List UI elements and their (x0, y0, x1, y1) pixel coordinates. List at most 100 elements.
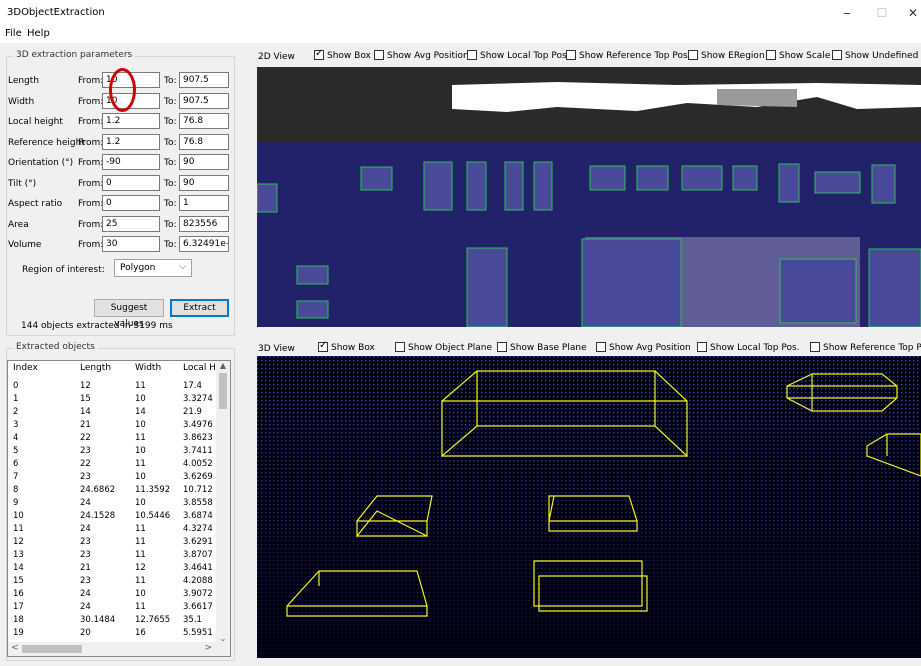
table-row[interactable]: 1 15 10 3.3274 (8, 394, 216, 405)
cell-index: 19 (13, 628, 24, 638)
chevron-down-icon: ⌵ (179, 262, 186, 272)
scroll-left-arrow-icon[interactable]: < (11, 643, 19, 653)
view2d-show-eregion-checkbox[interactable]: Show ERegion (688, 50, 765, 62)
table-row[interactable]: 10 24.1528 10.5446 3.6874 (8, 511, 216, 522)
table-row[interactable]: 17 24 11 3.6617 (8, 602, 216, 613)
roi-select[interactable]: Polygon ⌵ (114, 259, 192, 277)
scroll-right-arrow-icon[interactable]: > (204, 643, 212, 653)
local-height-to-input[interactable]: 76.8 (179, 113, 229, 129)
suggest-values-button[interactable]: Suggest values (94, 299, 164, 329)
table-row[interactable]: 8 24.6862 11.3592 10.712 (8, 485, 216, 496)
table-row[interactable]: 13 23 11 3.8707 (8, 550, 216, 561)
table-row[interactable]: 7 23 10 3.6269 (8, 472, 216, 483)
param-label-length: Length (8, 76, 40, 86)
view3d-show-base-plane-checkbox[interactable]: Show Base Plane (497, 342, 587, 354)
view2d-show-scale-checkbox[interactable]: Show Scale (766, 50, 830, 62)
view2d-show-box-checkbox[interactable]: Show Box (314, 48, 371, 62)
length-to-input[interactable]: 907.5 (179, 72, 229, 88)
table-row[interactable]: 18 30.1484 12.7655 35.1 (8, 615, 216, 626)
checkbox-box[interactable] (395, 342, 405, 352)
to-label: To: (164, 117, 177, 127)
checkbox-box[interactable] (832, 50, 842, 60)
view2d-show-undefined-checkbox[interactable]: Show Undefined (832, 50, 918, 62)
objects-table[interactable]: Index Length Width Local H 0 12 11 17.4 1 15 1… (7, 360, 231, 657)
checkbox-box[interactable] (374, 50, 384, 60)
aspect-ratio-to-input[interactable]: 1 (179, 195, 229, 211)
table-row[interactable]: 9 24 10 3.8558 (8, 498, 216, 509)
table-row[interactable]: 3 21 10 3.4976 (8, 420, 216, 431)
cell-width: 12 (135, 563, 146, 573)
view3d-show-box-checkbox[interactable]: Show Box (318, 340, 375, 354)
cell-index: 17 (13, 602, 24, 612)
cell-width: 10.5446 (135, 511, 171, 521)
view3d-canvas[interactable] (257, 356, 921, 658)
checkbox-box[interactable] (318, 340, 328, 352)
minimize-button[interactable]: ‒ (832, 4, 862, 22)
maximize-button[interactable]: ☐ (867, 4, 897, 22)
checkbox-label: Show Undefined (845, 51, 919, 61)
volume-to-input[interactable]: 6.32491e+ (179, 236, 229, 252)
cell-width: 11 (135, 602, 146, 612)
tilt-to-input[interactable]: 90 (179, 174, 229, 191)
reference-height-from-input[interactable]: 1.2 (102, 133, 160, 150)
local-height-from-input[interactable]: 1.2 (102, 113, 160, 129)
area-from-input[interactable]: 25 (102, 215, 160, 232)
view3d-show-reference-top-pos-checkbox[interactable]: Show Reference Top Pos. (810, 342, 921, 354)
view2d-show-avg-position-checkbox[interactable]: Show Avg Position (374, 50, 469, 62)
col-header-local-height[interactable]: Local H (183, 363, 216, 373)
close-button[interactable]: ✕ (898, 4, 921, 22)
aspect-ratio-from-input[interactable]: 0 (102, 195, 160, 211)
view3d-show-local-top-pos-checkbox[interactable]: Show Local Top Pos. (697, 342, 800, 354)
table-row[interactable]: 15 23 11 4.2088 (8, 576, 216, 587)
table-row[interactable]: 0 12 11 17.4 (8, 381, 216, 392)
table-row[interactable]: 6 22 11 4.0052 (8, 459, 216, 470)
vertical-scroll-thumb[interactable] (219, 373, 227, 409)
menu-file[interactable]: File (5, 28, 22, 39)
view2d-show-local-top-pos-checkbox[interactable]: Show Local Top Pos. (467, 50, 570, 62)
orientation-from-input[interactable]: -90 (102, 154, 160, 170)
scroll-up-arrow-icon[interactable]: ▲ (216, 361, 230, 370)
table-row[interactable]: 4 22 11 3.8623 (8, 433, 216, 444)
checkbox-box[interactable] (497, 342, 507, 352)
cell-local-height: 3.6269 (183, 472, 213, 482)
col-header-width[interactable]: Width (135, 363, 161, 373)
vertical-scrollbar[interactable]: ▲ ⌄ (216, 361, 230, 643)
orientation-to-input[interactable]: 90 (179, 154, 229, 170)
table-row[interactable]: 2 14 14 21.9 (8, 407, 216, 418)
checkbox-box[interactable] (697, 342, 707, 352)
table-row[interactable]: 5 23 10 3.7411 (8, 446, 216, 457)
cell-local-height: 3.8623 (183, 433, 213, 443)
checkbox-box[interactable] (688, 50, 698, 60)
checkbox-box[interactable] (467, 50, 477, 60)
checkbox-label: Show Scale (779, 51, 831, 61)
table-row[interactable]: 11 24 11 4.3274 (8, 524, 216, 535)
param-row-area: Area From: 25 To: 823556 (0, 215, 235, 234)
view2d-canvas[interactable] (257, 67, 921, 327)
table-row[interactable]: 19 20 16 5.5951 (8, 628, 216, 639)
horizontal-scroll-thumb[interactable] (22, 645, 82, 653)
checkbox-box[interactable] (766, 50, 776, 60)
col-header-index[interactable]: Index (13, 363, 38, 373)
view3d-show-avg-position-checkbox[interactable]: Show Avg Position (596, 342, 691, 354)
checkbox-box[interactable] (596, 342, 606, 352)
view3d-show-object-plane-checkbox[interactable]: Show Object Plane (395, 342, 492, 354)
checkbox-box[interactable] (810, 342, 820, 352)
extract-button[interactable]: Extract (170, 299, 229, 317)
menu-help[interactable]: Help (27, 28, 50, 39)
cell-index: 11 (13, 524, 24, 534)
table-row[interactable]: 16 24 10 3.9072 (8, 589, 216, 600)
area-to-input[interactable]: 823556 (179, 215, 229, 232)
checkbox-box[interactable] (566, 50, 576, 60)
param-row-tilt: Tilt (°) From: 0 To: 90 (0, 174, 235, 193)
table-row[interactable]: 12 23 11 3.6291 (8, 537, 216, 548)
view2d-show-reference-top-pos-checkbox[interactable]: Show Reference Top Pos. (566, 50, 691, 62)
reference-height-to-input[interactable]: 76.8 (179, 133, 229, 150)
volume-from-input[interactable]: 30 (102, 236, 160, 252)
tilt-from-input[interactable]: 0 (102, 174, 160, 191)
table-row[interactable]: 14 21 12 3.4641 (8, 563, 216, 574)
checkbox-box[interactable] (314, 48, 324, 60)
cell-local-height: 3.8707 (183, 550, 213, 560)
width-to-input[interactable]: 907.5 (179, 92, 229, 109)
horizontal-scrollbar[interactable]: < > (8, 642, 230, 656)
col-header-length[interactable]: Length (80, 363, 111, 373)
